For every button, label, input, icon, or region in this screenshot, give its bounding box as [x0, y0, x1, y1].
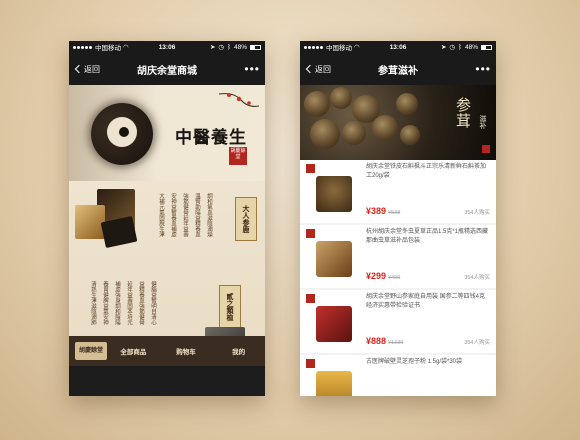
decor-vertical-text: 清熱生津滋陰潤肺 — [90, 281, 96, 325]
product-thumbnail[interactable] — [306, 359, 354, 396]
red-seal: 胡慶餘堂 — [229, 147, 247, 165]
sold-count: 354人购买 — [464, 340, 490, 346]
product-price: ¥299 ¥499 — [366, 271, 401, 281]
product-thumbnail[interactable] — [306, 294, 354, 349]
list-item[interactable]: 胡庆余堂野山参家庭自用装 国参二等四钱4克 经济实惠带检验证书 ¥888 ¥133… — [300, 290, 496, 353]
clock: 13:06 — [389, 43, 407, 51]
product-name[interactable]: 胡庆余堂野山参家庭自用装 国参二等四钱4克 经济实惠带检验证书 — [366, 293, 490, 311]
battery-icon — [481, 44, 492, 50]
decor-vertical-text: 補虛強身調和陰陽 — [114, 281, 120, 325]
tab-cart[interactable]: 购物车 — [160, 346, 213, 356]
banner-title: 中醫養生 — [175, 128, 247, 148]
store-logo[interactable]: 胡慶餘堂 — [75, 342, 107, 360]
decor-vertical-text: 益精養血強筋健骨 — [138, 281, 144, 325]
phone-category-list: 中国移动 ◠ 13:06 ➤ ◷ ᛒ 48% 返回 参茸滋补 ••• 参茸 滋补 胡庆余… — [300, 41, 496, 396]
decor-vertical-text: 養胃健脾益氣安神 — [102, 281, 108, 325]
status-bar: 中国移动 ◠ 13:06 ➤ ◷ ᛒ 48% — [69, 41, 265, 53]
sold-count: 354人购买 — [464, 210, 490, 216]
phone-mall-home: 中国移动 ◠ 13:06 ➤ ◷ ᛒ 48% 返回 胡庆余堂商城 ••• 中醫養生 胡慶… — [69, 41, 265, 396]
product-name[interactable]: 古医牌破壁灵芝孢子粉 1.5g/袋*30袋 — [366, 358, 490, 367]
back-label: 返回 — [84, 64, 100, 74]
taiji-emblem — [91, 103, 153, 165]
product-thumbnail[interactable] — [306, 229, 354, 284]
original-price: ¥538 — [388, 210, 401, 216]
original-price: ¥499 — [388, 275, 401, 281]
more-menu-icon[interactable]: ••• — [244, 63, 260, 75]
bottom-tab-bar: 胡慶餘堂 全部商品 购物车 我的 — [69, 336, 265, 366]
back-button[interactable]: 返回 — [305, 64, 331, 75]
clock: 13:06 — [158, 43, 176, 51]
list-item[interactable]: 胡庆余堂铁皮石斛枫斗正宗乐清新鲜石斛茶加工20g/袋 ¥389 ¥538 354人… — [300, 160, 496, 223]
tab-all-products[interactable]: 全部商品 — [107, 346, 160, 356]
list-item[interactable]: 古医牌破壁灵芝孢子粉 1.5g/袋*30袋 — [300, 355, 496, 396]
chevron-left-icon — [74, 64, 84, 74]
plum-blossom-icon — [219, 93, 259, 107]
chevron-left-icon — [305, 64, 315, 74]
back-label: 返回 — [315, 64, 331, 74]
decor-vertical-text: 安神益智養血補虛 — [170, 193, 176, 237]
product-name[interactable]: 杭州胡庆余堂冬虫夏草正品1.5克*1瓶精选西藏那曲虫草滋补品包装 — [366, 228, 490, 246]
product-price: ¥389 ¥538 — [366, 206, 401, 216]
product-price: ¥888 ¥1330 — [366, 336, 404, 346]
product-thumbnail[interactable] — [306, 164, 354, 219]
product-name[interactable]: 胡庆余堂铁皮石斛枫斗正宗乐清新鲜石斛茶加工20g/袋 — [366, 163, 490, 181]
category-tag-dendrobium[interactable]: 貳之類植 — [219, 285, 241, 329]
tab-mine[interactable]: 我的 — [212, 346, 265, 356]
ginseng-product-image[interactable] — [75, 189, 145, 259]
banner-title: 参茸 — [454, 97, 472, 129]
more-menu-icon[interactable]: ••• — [475, 63, 491, 75]
status-bar: 中国移动 ◠ 13:06 ➤ ◷ ᛒ 48% — [300, 41, 496, 53]
decor-vertical-text: 調和氣血滋陰潤燥 — [206, 193, 212, 237]
nav-bar: 返回 参茸滋补 ••• — [300, 53, 496, 85]
decor-vertical-text: 溫腎助陽益精養血 — [194, 193, 200, 237]
battery-icon — [250, 44, 261, 50]
decor-vertical-text: 大補元氣固脫生津 — [158, 193, 164, 237]
home-content: 中醫養生 胡慶餘堂 大補元氣固脫生津 安神益智養血補虛 強筋健骨延年益壽 溫腎助… — [69, 85, 265, 366]
list-item[interactable]: 杭州胡庆余堂冬虫夏草正品1.5克*1瓶精选西藏那曲虫草滋补品包装 ¥299 ¥49… — [300, 225, 496, 288]
product-list: 胡庆余堂铁皮石斛枫斗正宗乐清新鲜石斛茶加工20g/袋 ¥389 ¥538 354人… — [300, 160, 496, 396]
red-seal — [482, 145, 490, 153]
original-price: ¥1330 — [388, 340, 404, 346]
back-button[interactable]: 返回 — [74, 64, 100, 75]
category-tag-ginseng[interactable]: 大人参鹿 — [235, 197, 257, 241]
category-banner: 参茸 滋补 — [300, 85, 496, 160]
banner-subtitle: 滋补 — [479, 115, 487, 129]
decor-vertical-text: 健腦益智明目清心 — [150, 281, 156, 325]
nav-bar: 返回 胡庆余堂商城 ••• — [69, 53, 265, 85]
decor-vertical-text: 延年益壽固本培元 — [126, 281, 132, 325]
decor-vertical-text: 強筋健骨延年益壽 — [182, 193, 188, 237]
sold-count: 354人购买 — [464, 275, 490, 281]
